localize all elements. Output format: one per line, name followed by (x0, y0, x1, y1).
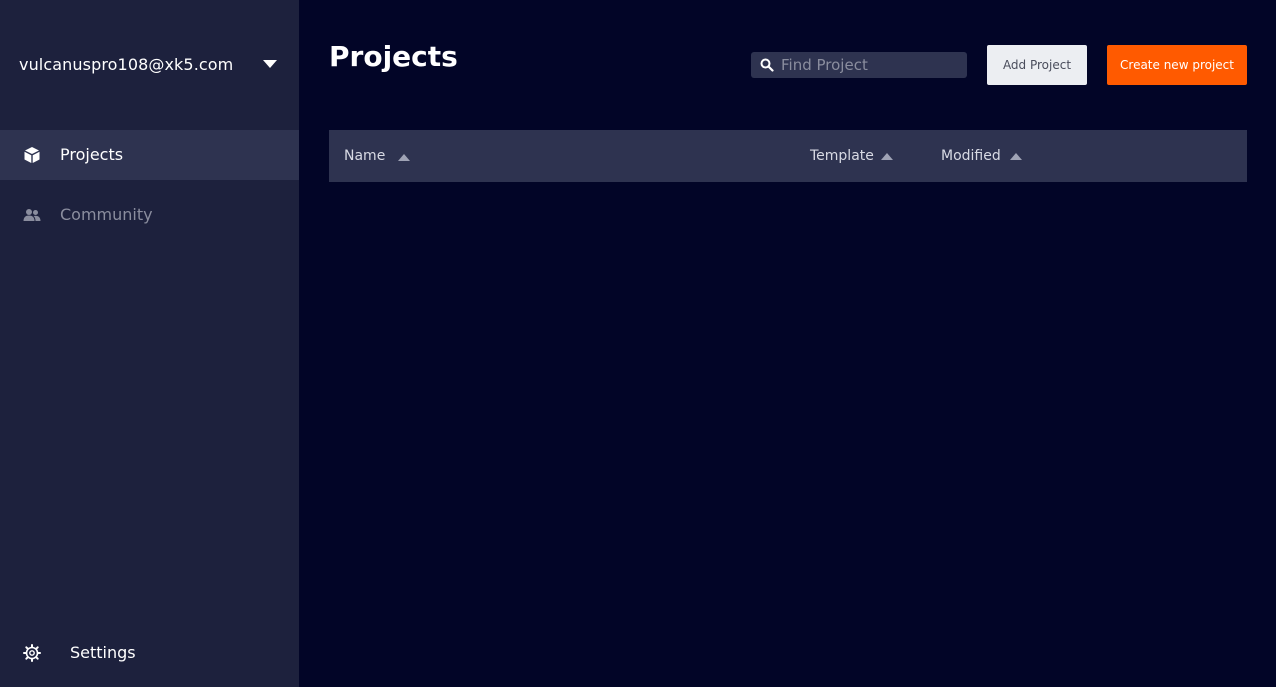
sort-ascending-icon[interactable] (1010, 153, 1022, 160)
search-input[interactable] (781, 52, 961, 78)
users-icon (23, 209, 41, 221)
search-icon (760, 58, 774, 72)
sort-ascending-icon[interactable] (881, 153, 893, 160)
column-header-template[interactable]: Template (810, 148, 874, 164)
sidebar-item-projects[interactable]: Projects (0, 130, 299, 180)
gear-icon (23, 644, 41, 662)
create-new-project-button[interactable]: Create new project (1107, 45, 1247, 85)
sort-ascending-icon[interactable] (398, 154, 410, 161)
add-project-button[interactable]: Add Project (987, 45, 1087, 85)
sidebar: vulcanuspro108@xk5.com Projects Communit… (0, 0, 299, 687)
app: vulcanuspro108@xk5.com Projects Communit… (0, 0, 1276, 687)
sidebar-item-label: Projects (60, 145, 124, 164)
sidebar-item-community[interactable]: Community (0, 190, 299, 240)
page-title: Projects (329, 40, 458, 73)
account-menu[interactable]: vulcanuspro108@xk5.com (0, 0, 299, 130)
column-header-modified[interactable]: Modified (941, 148, 1001, 164)
sidebar-item-settings[interactable]: Settings (0, 630, 299, 676)
search-box[interactable] (751, 52, 967, 78)
account-email: vulcanuspro108@xk5.com (19, 55, 234, 74)
settings-label: Settings (70, 643, 136, 662)
projects-table-header: Name Template Modified (329, 130, 1247, 182)
sidebar-item-label: Community (60, 205, 153, 224)
column-header-name[interactable]: Name (344, 148, 385, 164)
caret-down-icon[interactable] (263, 60, 277, 68)
cube-icon (24, 147, 40, 163)
